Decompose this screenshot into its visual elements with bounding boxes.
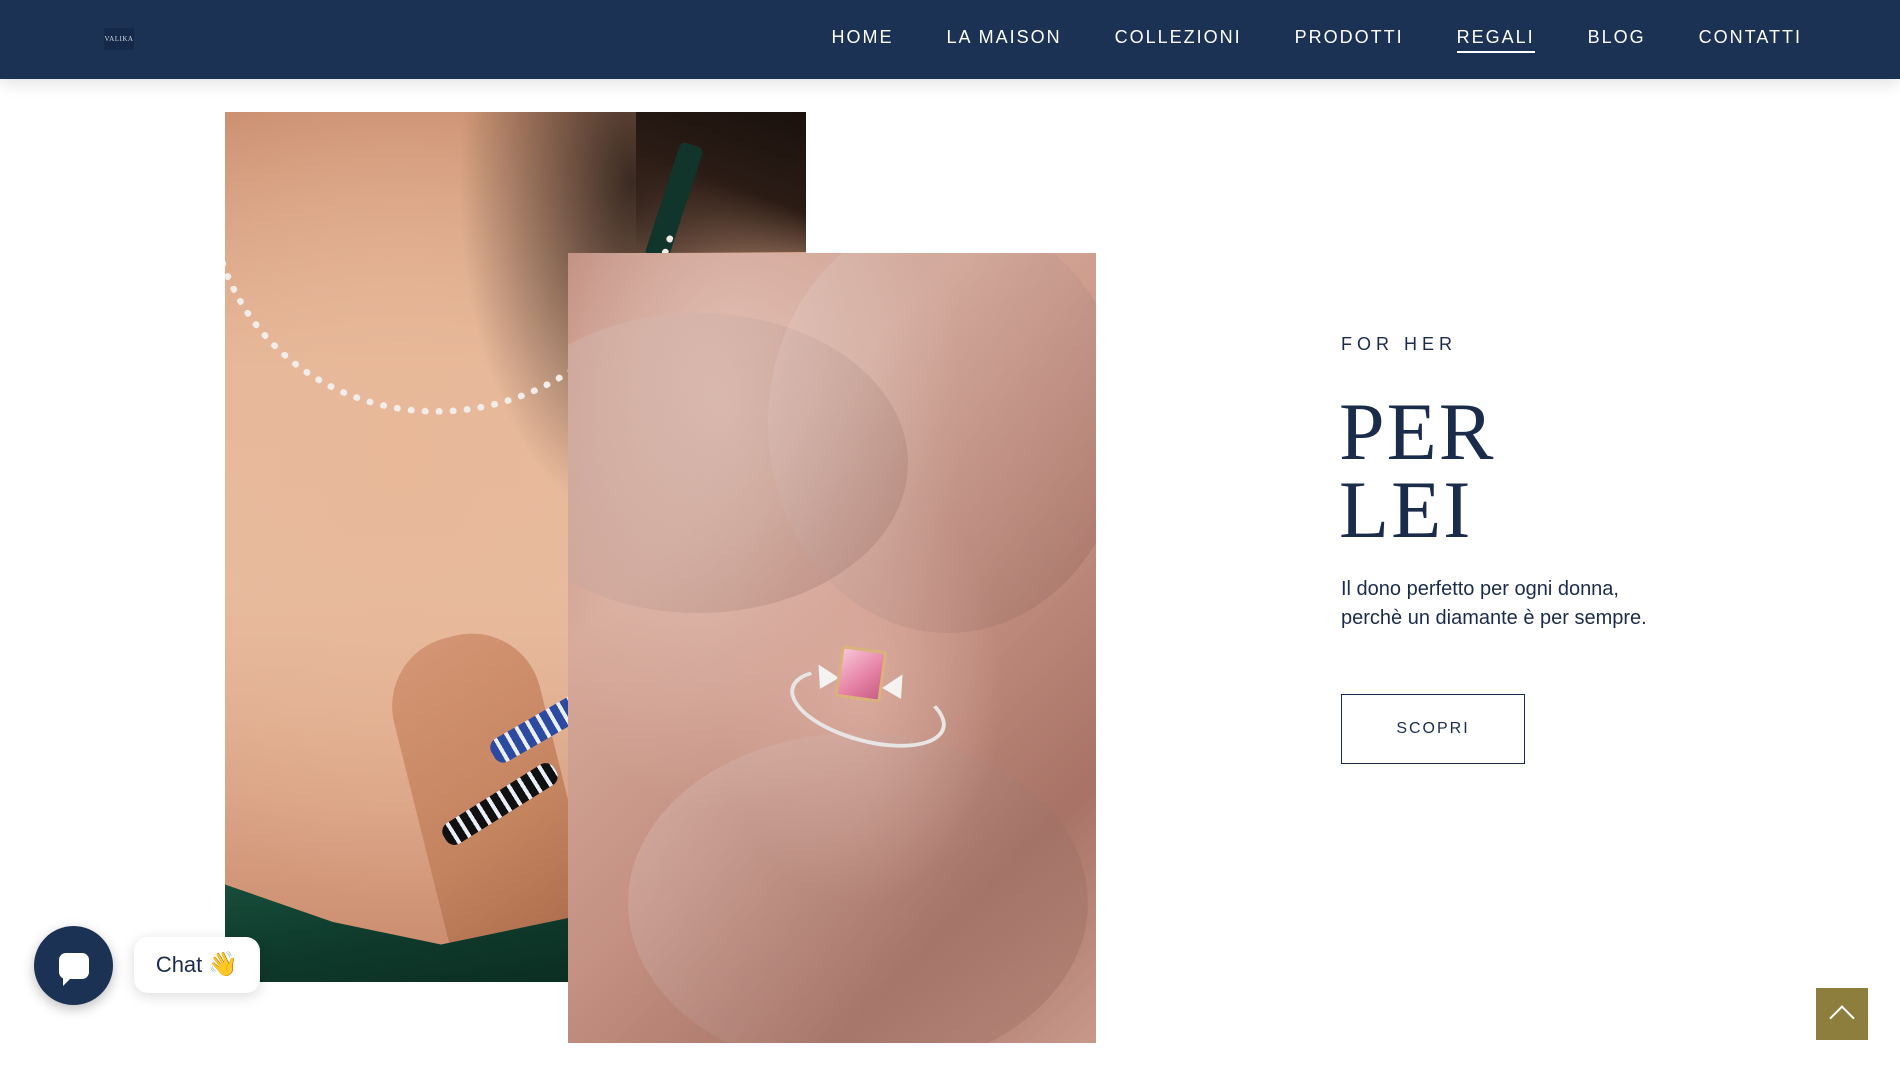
nav-item-contatti[interactable]: CONTATTI [1699, 27, 1802, 53]
brand-logo-text: VALIKA [104, 35, 134, 43]
top-navigation-bar: VALIKA HOME LA MAISON COLLEZIONI PRODOTT… [0, 0, 1900, 79]
section-eyebrow: FOR HER [1341, 334, 1457, 354]
nav-item-home[interactable]: HOME [832, 27, 894, 53]
section-headline: PER LEI [1339, 386, 1496, 555]
chat-label-pill[interactable]: Chat 👋 [134, 937, 260, 993]
chevron-up-icon [1829, 1005, 1855, 1031]
main-nav: HOME LA MAISON COLLEZIONI PRODOTTI REGAL… [779, 0, 1802, 79]
photo-pink-diamond [834, 645, 888, 703]
chat-bubble-icon [58, 952, 89, 986]
chat-label: Chat [155, 952, 203, 977]
pink-diamond-ring-photo [568, 253, 1096, 1043]
scroll-to-top-button[interactable] [1816, 988, 1868, 1040]
nav-item-regali[interactable]: REGALI [1456, 27, 1535, 53]
headline-line-1: PER [1339, 386, 1496, 477]
nav-item-collezioni[interactable]: COLLEZIONI [1115, 27, 1242, 53]
section-description: Il dono perfetto per ogni donna, perchè … [1341, 575, 1701, 633]
nav-item-la-maison[interactable]: LA MAISON [947, 27, 1062, 53]
scopri-button[interactable]: SCOPRI [1341, 694, 1525, 764]
waving-hand-icon: 👋 [208, 951, 239, 978]
brand-logo[interactable]: VALIKA [104, 28, 134, 50]
chat-launcher-button[interactable] [34, 926, 113, 1005]
description-line-2: perchè un diamante è per sempre. [1341, 607, 1647, 629]
description-line-1: Il dono perfetto per ogni donna, [1341, 578, 1619, 600]
nav-item-prodotti[interactable]: PRODOTTI [1295, 27, 1404, 53]
headline-line-2: LEI [1339, 464, 1473, 555]
nav-item-blog[interactable]: BLOG [1588, 27, 1646, 53]
photo-fabric-fold [628, 733, 1088, 1043]
